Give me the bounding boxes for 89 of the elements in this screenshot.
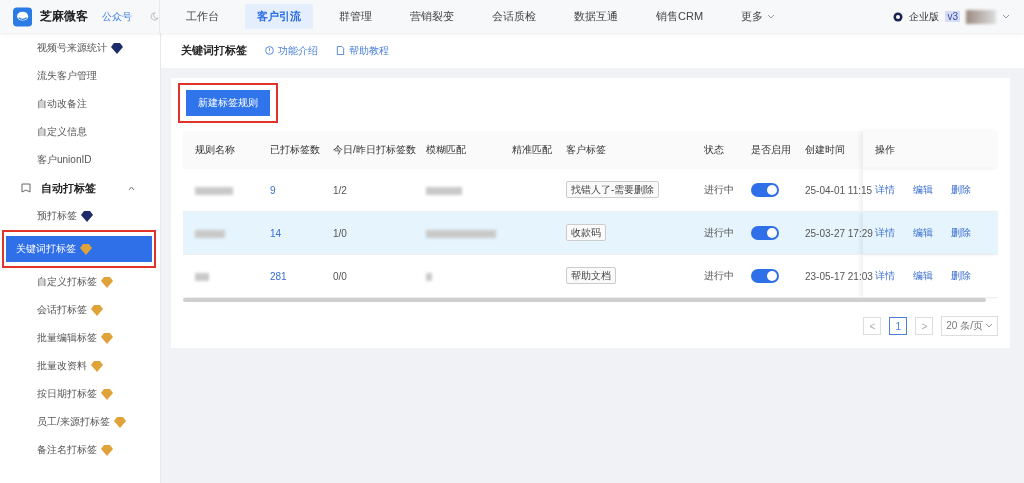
sidebar-item[interactable]: 视频号来源统计 — [5, 35, 155, 61]
avatar-placeholder[interactable] — [966, 9, 996, 24]
intro-link[interactable]: 功能介绍 — [265, 43, 318, 58]
nav-tab[interactable]: 客户引流 — [245, 4, 313, 29]
enable-toggle[interactable] — [751, 226, 779, 240]
sidebar-item[interactable]: 关键词打标签 — [6, 236, 152, 262]
action-link[interactable]: 编辑 — [913, 227, 933, 238]
sidebar-item[interactable]: 会话打标签 — [5, 297, 155, 323]
caret-icon — [985, 323, 993, 329]
page-size-select[interactable]: 20 条/页 — [941, 316, 998, 336]
table-cell: 1/2 — [333, 184, 347, 196]
column-header: 已打标签数 — [258, 131, 321, 169]
edition-logo-icon — [893, 11, 904, 22]
page-number-button[interactable]: 1 — [889, 317, 908, 335]
action-link[interactable]: 删除 — [951, 184, 971, 195]
sidebar-item[interactable]: 按日期打标签 — [5, 381, 155, 407]
blurred-text — [426, 186, 462, 195]
tagged-count[interactable]: 9 — [270, 184, 276, 196]
sidebar-item[interactable]: 自定义打标签 — [5, 269, 155, 295]
nav-tab[interactable]: 会话质检 — [480, 4, 548, 29]
customer-tag: 找错人了-需要删除 — [566, 181, 660, 198]
edition-label: 企业版 — [909, 9, 940, 24]
customer-tag: 收款码 — [566, 224, 606, 241]
blurred-text — [426, 229, 496, 238]
action-link[interactable]: 详情 — [875, 227, 895, 238]
column-header: 是否启用 — [739, 131, 793, 169]
created-time: 25-03-27 17:29 — [805, 227, 873, 239]
sidebar-item[interactable]: 自动改备注 — [5, 91, 155, 117]
tagged-count[interactable]: 281 — [270, 270, 287, 282]
action-link[interactable]: 编辑 — [913, 184, 933, 195]
customer-tag: 帮助文档 — [566, 267, 616, 284]
nav-tab[interactable]: 更多 — [729, 4, 788, 29]
sidebar-item[interactable]: 员工/来源打标签 — [5, 409, 155, 435]
chat-bubble-logo-icon — [13, 4, 33, 29]
sidebar-item[interactable]: 流失客户管理 — [5, 63, 155, 89]
enable-toggle[interactable] — [751, 269, 779, 283]
status-text: 进行中 — [704, 270, 734, 281]
brand-name: 芝麻微客 — [40, 8, 89, 25]
new-rule-button[interactable]: 新建标签规则 — [186, 90, 270, 116]
blurred-text — [426, 272, 432, 281]
nav-tab[interactable]: 工作台 — [174, 4, 231, 29]
nav-tab[interactable]: 群管理 — [327, 4, 384, 29]
column-header: 规则名称 — [183, 131, 258, 169]
column-header: 操作 — [863, 131, 998, 169]
table-cell: 0/0 — [333, 270, 347, 282]
sidebar-item[interactable]: 自定义信息 — [5, 119, 155, 145]
document-icon — [336, 46, 345, 55]
version-badge: v3 — [945, 11, 960, 22]
nav-tab[interactable]: 销售CRM — [644, 4, 716, 29]
action-link[interactable]: 编辑 — [913, 270, 933, 281]
blurred-text — [195, 229, 225, 238]
action-link[interactable]: 详情 — [875, 184, 895, 195]
column-header: 今日/昨日打标签数 — [321, 131, 414, 169]
tagged-count[interactable]: 14 — [270, 227, 282, 239]
table-row[interactable]: 281 0/0 帮助文档 进行中 23-05-17 21:03 详情 编辑 删除 — [183, 254, 998, 298]
nav-tab[interactable]: 数据互通 — [562, 4, 630, 29]
table-row[interactable]: 9 1/2 找错人了-需要删除 进行中 25-04-01 11:15 详情 编辑 删除 — [183, 169, 998, 212]
nav-tab[interactable]: 营销裂变 — [398, 4, 466, 29]
page-title: 关键词打标签 — [181, 43, 247, 58]
action-link[interactable]: 详情 — [875, 270, 895, 281]
column-header: 状态 — [692, 131, 739, 169]
sidebar-section[interactable]: 自动打标签 — [5, 175, 155, 201]
action-link[interactable]: 删除 — [951, 270, 971, 281]
enable-toggle[interactable] — [751, 183, 779, 197]
status-text: 进行中 — [704, 184, 734, 195]
column-header: 创建时间 — [793, 131, 863, 169]
sidebar-item[interactable]: 客户unionID — [5, 147, 155, 173]
help-link[interactable]: 帮助教程 — [336, 43, 389, 58]
table-cell: 1/0 — [333, 227, 347, 239]
sidebar-item[interactable]: 预打标签 — [5, 203, 155, 229]
horizontal-scrollbar[interactable] — [183, 298, 986, 302]
action-link[interactable]: 删除 — [951, 227, 971, 238]
caret-icon — [1002, 13, 1010, 20]
column-header: 精准匹配 — [500, 131, 554, 169]
sidebar-item[interactable]: 批量编辑标签 — [5, 325, 155, 351]
account-link[interactable]: 公众号 — [102, 9, 133, 24]
tag-icon — [21, 183, 31, 193]
created-time: 25-04-01 11:15 — [805, 184, 873, 196]
blurred-text — [195, 186, 233, 195]
created-time: 23-05-17 21:03 — [805, 270, 873, 282]
blurred-text — [195, 272, 209, 281]
caret-icon — [767, 13, 776, 20]
column-header: 客户标签 — [554, 131, 692, 169]
info-icon — [265, 46, 274, 55]
status-text: 进行中 — [704, 227, 734, 238]
chevron-icon — [128, 185, 135, 191]
sidebar-item[interactable]: 备注名打标签 — [5, 437, 155, 463]
sidebar-item[interactable]: 批量改资料 — [5, 353, 155, 379]
table-row[interactable]: 14 1/0 收款码 进行中 25-03-27 17:29 详情 编辑 删除 — [183, 211, 998, 255]
